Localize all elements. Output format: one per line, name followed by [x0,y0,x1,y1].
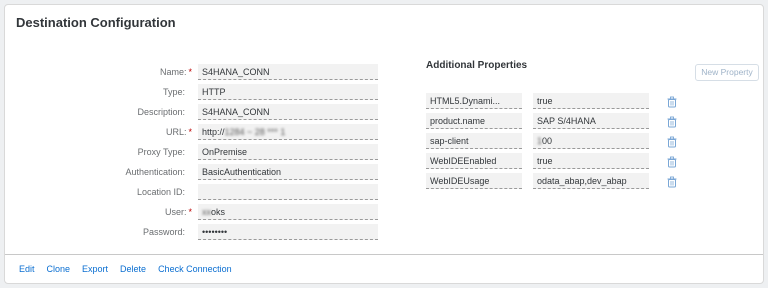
property-row: product.name SAP S/4HANA [5,113,765,129]
property-key-field[interactable]: sap-client [426,133,522,149]
required-marker: * [188,67,192,77]
property-key-field[interactable]: HTML5.Dynami... [426,93,522,109]
property-value-field[interactable]: SAP S/4HANA [533,113,649,129]
footer-actions: Edit Clone Export Delete Check Connection [19,264,244,274]
property-value-field[interactable]: true [533,93,649,109]
delete-link[interactable]: Delete [120,264,146,274]
destination-card: Destination Configuration Name: * S4HANA_C… [4,4,764,284]
required-marker: * [188,207,192,217]
property-row: WebIDEEnabled true [5,153,765,169]
additional-properties-title: Additional Properties [426,60,528,71]
field-label-text: Name: [159,67,187,77]
redacted-text: xx [202,207,211,217]
property-row: HTML5.Dynami... true [5,93,765,109]
field-value[interactable]: S4HANA_CONN [198,64,378,80]
trash-icon[interactable] [666,95,678,108]
trash-icon[interactable] [666,155,678,168]
redacted-text: 1 [537,136,543,146]
check-connection-link[interactable]: Check Connection [158,264,232,274]
property-row: WebIDEUsage odata_abap,dev_abap [5,173,765,189]
field-label: Name: * [32,67,192,77]
property-value-field[interactable]: true [533,153,649,169]
field-value[interactable]: •••••••• [198,224,378,240]
property-value-field[interactable]: odata_abap,dev_abap [533,173,649,189]
field-label-text: User: [164,207,187,217]
property-value-text: 00 [542,136,553,146]
field-value-text: oks [211,207,226,217]
page-title: Destination Configuration [16,15,176,30]
property-key-field[interactable]: product.name [426,113,522,129]
export-link[interactable]: Export [82,264,108,274]
trash-icon[interactable] [666,135,678,148]
property-row: sap-client 100 [5,133,765,149]
footer-divider [5,254,763,255]
property-value-field[interactable]: 100 [533,133,649,149]
property-key-field[interactable]: WebIDEEnabled [426,153,522,169]
trash-icon[interactable] [666,115,678,128]
trash-icon[interactable] [666,175,678,188]
new-property-button[interactable]: New Property [695,64,759,81]
field-value[interactable]: xxoks [198,204,378,220]
clone-link[interactable]: Clone [47,264,71,274]
field-label-text: Password: [142,227,185,237]
property-key-field[interactable]: WebIDEUsage [426,173,522,189]
field-label: Password: [32,227,192,237]
edit-link[interactable]: Edit [19,264,35,274]
field-label: User: * [32,207,192,217]
